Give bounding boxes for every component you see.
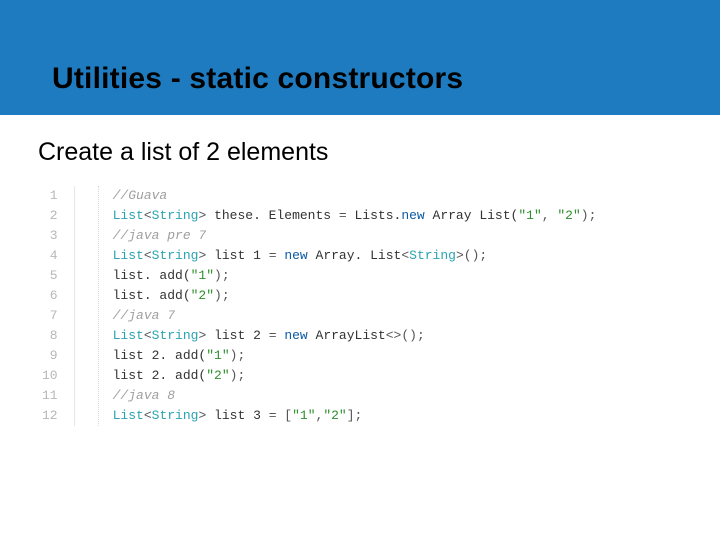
code-token: List — [113, 248, 144, 263]
code-token: "1" — [191, 268, 214, 283]
code-token: String — [152, 328, 199, 343]
line-number: 7 — [38, 306, 62, 326]
code-token: list. add( — [113, 288, 191, 303]
code-token: "1" — [206, 348, 229, 363]
code-token: new — [284, 328, 307, 343]
code-token: //Guava — [113, 188, 168, 203]
code-token: < — [144, 248, 152, 263]
code-token: "1" — [292, 408, 315, 423]
line-number: 2 — [38, 206, 62, 226]
code-token: String — [152, 408, 199, 423]
code-token: list 3 — [206, 408, 268, 423]
code-token: ArrayList — [308, 328, 386, 343]
line-number: 11 — [38, 386, 62, 406]
code-line: //java 7 — [113, 306, 597, 326]
code-line: list. add("1"); — [113, 266, 597, 286]
code-area: //GuavaList<String> these. Elements = Li… — [99, 186, 597, 426]
code-token: list. add( — [113, 268, 191, 283]
code-token: String — [152, 208, 199, 223]
code-token: String — [152, 248, 199, 263]
code-token: , — [542, 208, 558, 223]
code-token: list 1 — [206, 248, 268, 263]
code-token: ); — [230, 368, 246, 383]
slide-subhead: Create a list of 2 elements — [38, 138, 328, 167]
code-token: "2" — [206, 368, 229, 383]
code-token: ]; — [347, 408, 363, 423]
code-token: list 2. add( — [113, 368, 207, 383]
code-token: these. Elements — [206, 208, 339, 223]
line-number: 1 — [38, 186, 62, 206]
code-line: list. add("2"); — [113, 286, 597, 306]
code-token: list 2 — [206, 328, 268, 343]
line-number: 10 — [38, 366, 62, 386]
code-token: new — [284, 248, 307, 263]
code-token: "2" — [323, 408, 346, 423]
code-token: "2" — [191, 288, 214, 303]
line-number: 6 — [38, 286, 62, 306]
code-line: List<String> list 3 = ["1","2"]; — [113, 406, 597, 426]
code-token: <> — [386, 328, 402, 343]
code-line: List<String> list 1 = new Array. List<St… — [113, 246, 597, 266]
code-token: "2" — [557, 208, 580, 223]
code-token: < — [144, 328, 152, 343]
line-number: 8 — [38, 326, 62, 346]
code-token: ); — [214, 268, 230, 283]
code-token: Array. List — [308, 248, 402, 263]
code-line: //Guava — [113, 186, 597, 206]
code-token: < — [144, 208, 152, 223]
code-token: list 2. add( — [113, 348, 207, 363]
line-number-gutter: 123456789101112 — [38, 186, 75, 426]
line-number: 3 — [38, 226, 62, 246]
code-line: //java 8 — [113, 386, 597, 406]
code-token: (); — [464, 248, 487, 263]
line-number: 5 — [38, 266, 62, 286]
header-bar: Utilities - static constructors — [0, 0, 720, 115]
code-token: "1" — [518, 208, 541, 223]
fold-column — [75, 186, 99, 426]
code-line: List<String> these. Elements = Lists.new… — [113, 206, 597, 226]
code-token: List — [113, 408, 144, 423]
code-token: [ — [277, 408, 293, 423]
code-token: (); — [401, 328, 424, 343]
code-token: //java 7 — [113, 308, 175, 323]
code-token: new — [401, 208, 424, 223]
code-token: = — [269, 328, 277, 343]
code-token: < — [144, 408, 152, 423]
code-token: //java pre 7 — [113, 228, 207, 243]
code-token: = — [269, 248, 277, 263]
code-token: List — [113, 208, 144, 223]
code-token: > — [456, 248, 464, 263]
code-token: Lists. — [347, 208, 402, 223]
code-token: ); — [581, 208, 597, 223]
code-token: = — [269, 408, 277, 423]
code-token: ); — [214, 288, 230, 303]
code-block: 123456789101112 //GuavaList<String> thes… — [38, 186, 596, 426]
code-token: //java 8 — [113, 388, 175, 403]
code-line: //java pre 7 — [113, 226, 597, 246]
slide: Utilities - static constructors Create a… — [0, 0, 720, 540]
line-number: 9 — [38, 346, 62, 366]
slide-title: Utilities - static constructors — [52, 62, 700, 96]
line-number: 12 — [38, 406, 62, 426]
code-line: list 2. add("2"); — [113, 366, 597, 386]
code-line: List<String> list 2 = new ArrayList<>(); — [113, 326, 597, 346]
code-token: String — [409, 248, 456, 263]
code-token: List — [113, 328, 144, 343]
code-token: ); — [230, 348, 246, 363]
line-number: 4 — [38, 246, 62, 266]
code-token: Array List( — [425, 208, 519, 223]
code-token: = — [339, 208, 347, 223]
code-token: < — [401, 248, 409, 263]
code-line: list 2. add("1"); — [113, 346, 597, 366]
